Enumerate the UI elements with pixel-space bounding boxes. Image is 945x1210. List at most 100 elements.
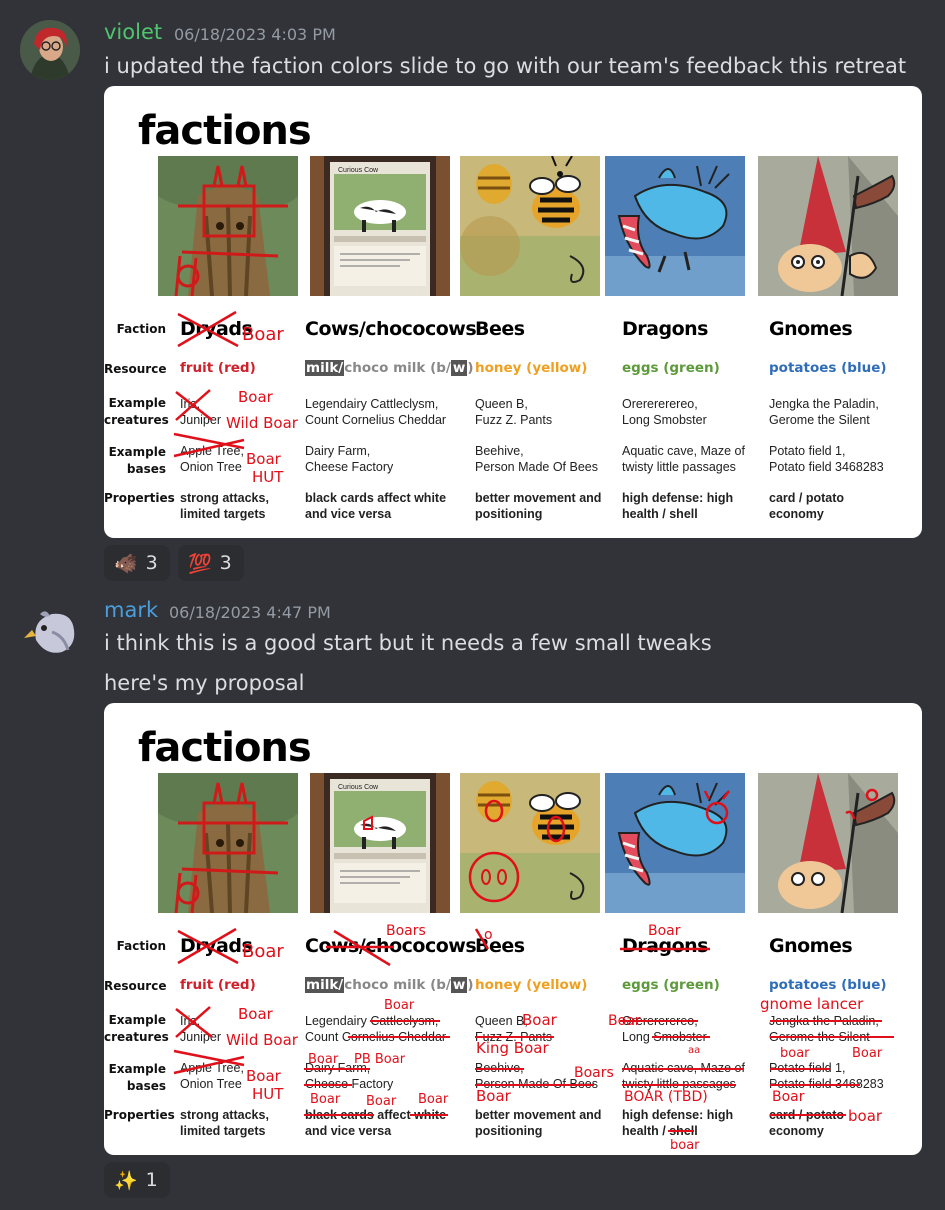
row-label-resource: Resource — [104, 362, 167, 376]
reaction-sparkles[interactable]: ✨ 1 — [104, 1162, 170, 1198]
faction-name-dryads: Dryads — [180, 935, 253, 957]
faction-name-dryads: Dryads — [180, 318, 253, 340]
message-text: i updated the faction colors slide to go… — [104, 54, 907, 78]
timestamp-mark[interactable]: 06/18/2023 4:47 PM — [169, 603, 331, 622]
creatures-dragons: Orerererereo, Long Smobster — [622, 397, 707, 427]
properties-bees: better movement and positioning — [475, 491, 602, 521]
bases-gnomes: Potato field 1, Potato field 3468283 — [769, 444, 884, 474]
annot-base-boar: Boar — [246, 1067, 282, 1085]
dryad-picture — [158, 773, 298, 913]
image-attachment[interactable]: factions Curious Cow Faction Resource Ex… — [104, 703, 922, 1155]
properties-dragons: high defense: high health / shell — [622, 1108, 734, 1138]
annot-base-hut: HUT — [252, 468, 284, 486]
resource-gnomes: potatoes (blue) — [769, 977, 887, 993]
sparkles-emoji-icon: ✨ — [114, 1169, 138, 1192]
row-label-faction: Faction — [116, 322, 166, 336]
faction-name-cows: Cows/chococows — [305, 935, 477, 957]
row-label-properties: Properties — [104, 1108, 175, 1122]
timestamp-violet[interactable]: 06/18/2023 4:03 PM — [174, 25, 336, 44]
gnome-picture — [758, 773, 898, 913]
annot-dragons-prop-boar: boar — [670, 1138, 700, 1153]
annot-creature-boar: Boar — [238, 1005, 274, 1023]
message-text: i think this is a good start but it need… — [104, 631, 712, 655]
properties-dryads: strong attacks, limited targets — [180, 1108, 269, 1138]
annot-gnomes-base-boar: boar — [780, 1046, 810, 1061]
slide-title: factions — [138, 725, 312, 771]
creatures-cows: Legendairy Cattleclysm, Count Cornelius C… — [305, 1014, 447, 1044]
bases-dragons: Aquatic cave, Maze of twisty little passa… — [622, 1061, 745, 1091]
bee-picture — [460, 773, 600, 913]
username-violet[interactable]: violet — [104, 20, 162, 44]
faction-name-cows: Cows/chococows — [305, 318, 477, 340]
username-mark[interactable]: mark — [104, 598, 158, 622]
resource-dragons: eggs (green) — [622, 977, 720, 993]
card-title: Curious Cow — [338, 167, 379, 174]
reaction-count: 3 — [219, 552, 232, 574]
properties-bees: better movement and positioning — [475, 1108, 602, 1138]
avatar-violet-image — [20, 20, 80, 80]
properties-cows: black cards affect white and vice versa — [305, 491, 447, 521]
row-label-resource: Resource — [104, 979, 167, 993]
resource-bees: honey (yellow) — [475, 360, 588, 376]
creatures-dryads: Iris, Juniper — [180, 1014, 221, 1044]
row-label-bases: Example bases — [108, 445, 166, 476]
row-label-bases: Example bases — [108, 1062, 166, 1093]
creatures-gnomes: Jengka the Paladin, Gerome the Silent — [769, 1014, 879, 1044]
resource-dragons: eggs (green) — [622, 360, 720, 376]
properties-gnomes: card / potato economy — [769, 491, 845, 521]
annot-dragons-aa: aa — [688, 1045, 700, 1056]
cow-card-picture: Curious Cow — [310, 156, 450, 296]
bases-bees: Beehive, Person Made Of Bees — [475, 444, 598, 474]
resource-bees: honey (yellow) — [475, 977, 588, 993]
annot-gnomes-base-boar-2: Boar — [852, 1046, 883, 1061]
annot-gnome-lancer: gnome lancer — [760, 995, 864, 1013]
properties-dragons: high defense: high health / shell — [622, 491, 734, 521]
creatures-dryads: Iris, Juniper — [180, 397, 221, 427]
dragon-picture — [605, 773, 745, 913]
faction-name-gnomes: Gnomes — [769, 935, 853, 957]
bases-bees: Beehive, Person Made Of Bees — [475, 1061, 598, 1091]
faction-name-dragons: Dragons — [622, 318, 708, 340]
avatar-mark[interactable] — [22, 600, 82, 660]
properties-dryads: strong attacks, limited targets — [180, 491, 269, 521]
reaction-hundred[interactable]: 💯 3 — [178, 545, 244, 581]
creatures-cows: Legendairy Cattleclysm, Count Cornelius C… — [305, 397, 447, 427]
bases-dryads: Apple Tree, Onion Tree — [180, 1061, 244, 1091]
reaction-count: 1 — [145, 1169, 158, 1191]
bases-cows: Dairy Farm, Cheese Factory — [305, 444, 394, 474]
row-label-properties: Properties — [104, 491, 175, 505]
card-title: Curious Cow — [338, 784, 379, 791]
properties-cows: black cards affect white and vice versa — [305, 1108, 447, 1138]
avatar-violet[interactable] — [20, 20, 80, 80]
row-label-faction: Faction — [116, 939, 166, 953]
message-text: here's my proposal — [104, 671, 305, 695]
annot-creature-wild-boar: Wild Boar — [226, 1031, 299, 1049]
annot-base-hut: HUT — [252, 1085, 284, 1103]
dryad-picture — [158, 156, 298, 296]
bases-dryads: Apple Tree, Onion Tree — [180, 444, 244, 474]
image-attachment[interactable]: factions Curious Cow Faction Resource Ex… — [104, 86, 922, 538]
dragon-picture — [605, 156, 745, 296]
annot-base-boar: Boar — [246, 450, 282, 468]
bee-picture — [460, 156, 600, 296]
hundred-emoji-icon: 💯 — [188, 552, 212, 575]
annot-gnomes-prop-boar: boar — [848, 1107, 883, 1125]
cow-card-picture: Curious Cow — [310, 773, 450, 913]
boar-emoji-icon: 🐗 — [114, 552, 138, 575]
resource-dryads: fruit (red) — [180, 977, 256, 993]
annot-cows-prop-boar-1: Boar — [310, 1092, 341, 1107]
reaction-boar[interactable]: 🐗 3 — [104, 545, 170, 581]
annot-creature-wild-boar: Wild Boar — [226, 414, 299, 432]
gnome-picture — [758, 156, 898, 296]
creatures-gnomes: Jengka the Paladin, Gerome the Silent — [769, 397, 879, 427]
faction-name-dragons: Dragons — [622, 935, 708, 957]
resource-cows: milk/choco milk (b/w) — [305, 977, 474, 993]
annot-cows-prop-boar-3: Boar — [418, 1092, 449, 1107]
annot-cows-creature-boar: Boar — [384, 998, 415, 1013]
creatures-bees: Queen B, Fuzz Z. Pants — [475, 1014, 553, 1044]
annot-creature-boar: Boar — [238, 388, 274, 406]
avatar-mark-image — [24, 611, 75, 653]
bases-gnomes: Potato field 1, Potato field 3468283 — [769, 1061, 884, 1091]
bases-dragons: Aquatic cave, Maze of twisty little passa… — [622, 444, 745, 474]
resource-dryads: fruit (red) — [180, 360, 256, 376]
